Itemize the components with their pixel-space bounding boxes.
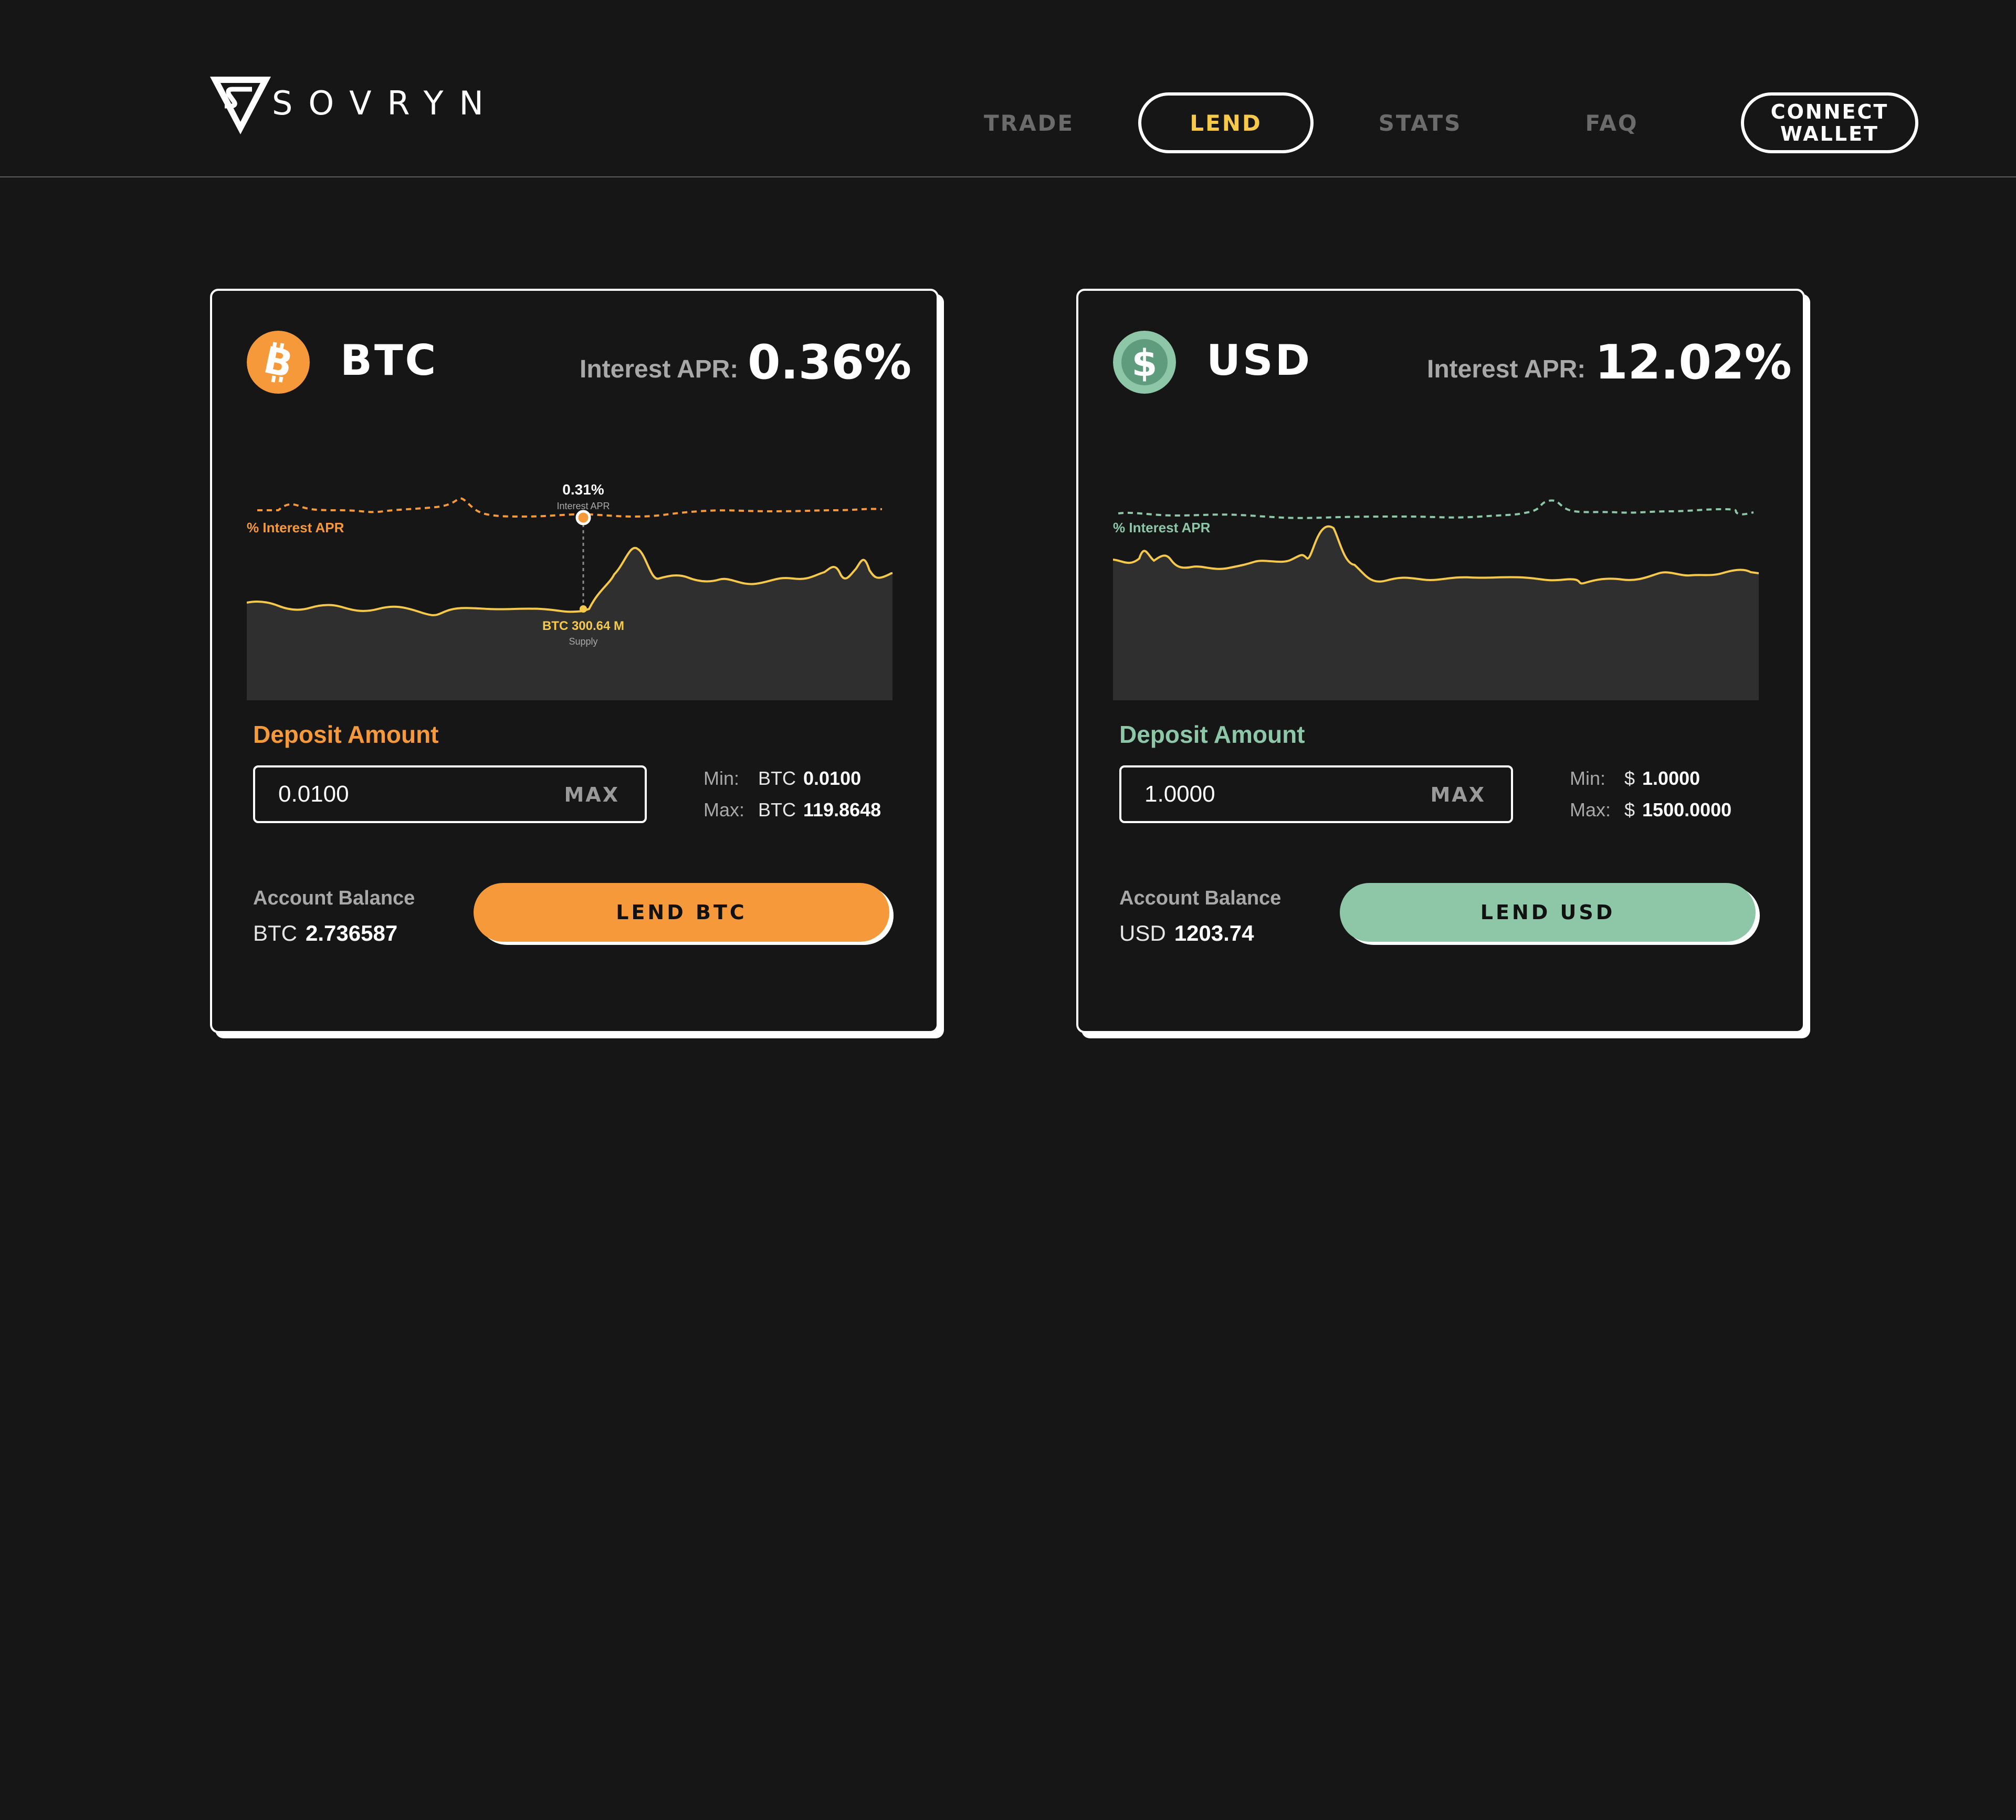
max-label: Max:: [1570, 799, 1611, 820]
account-balance: USD 1203.74: [1119, 921, 1254, 946]
min-label: Min:: [1570, 767, 1606, 789]
apr-supply-chart[interactable]: % Interest APR 0.31% Interest APR BTC 30…: [247, 448, 892, 700]
deposit-amount-label: Deposit Amount: [253, 721, 439, 748]
deposit-amount-input[interactable]: 1.0000 MAX: [1119, 765, 1513, 823]
balance-currency: USD: [1119, 921, 1166, 945]
deposit-amount-value: 1.0000: [1144, 781, 1215, 807]
account-balance: BTC 2.736587: [253, 921, 397, 946]
nav-stats[interactable]: STATS: [1360, 92, 1480, 153]
min-value: 1.0000: [1642, 767, 1700, 789]
max-currency: $: [1624, 799, 1635, 820]
deposit-amount-input[interactable]: 0.0100 MAX: [253, 765, 647, 823]
connect-wallet-line1: CONNECT: [1770, 100, 1889, 123]
min-value: 0.0100: [803, 767, 862, 789]
max-button[interactable]: MAX: [1430, 783, 1486, 806]
apr-value: 0.36%: [748, 335, 912, 390]
min-label: Min:: [704, 767, 740, 789]
connect-wallet-line2: WALLET: [1780, 122, 1879, 145]
max-value: 119.8648: [803, 799, 881, 820]
asset-name: BTC: [340, 336, 438, 385]
svg-text:$: $: [1132, 342, 1158, 385]
max-amount: Max: BTC 119.8648: [704, 799, 881, 821]
min-currency: $: [1624, 767, 1635, 789]
apr-value: 12.02%: [1595, 335, 1792, 390]
lend-card-usd: $ USD Interest APR: 12.02% % Interest AP…: [1076, 289, 1805, 1033]
chart-tooltip-label: Interest APR: [556, 501, 610, 511]
account-balance-label: Account Balance: [253, 887, 415, 909]
bitcoin-icon: B: [247, 331, 310, 394]
brand-name: SOVRYN: [272, 84, 499, 122]
connect-wallet-button[interactable]: CONNECT WALLET: [1741, 92, 1918, 153]
chart-supply-label: Supply: [569, 636, 597, 647]
nav-faq[interactable]: FAQ: [1564, 92, 1659, 153]
lend-card-btc: B BTC Interest APR: 0.36% % Interest APR…: [210, 289, 939, 1033]
sovryn-logo[interactable]: SOVRYN: [209, 73, 492, 136]
lend-usd-button[interactable]: LEND USD: [1340, 883, 1756, 942]
balance-currency: BTC: [253, 921, 297, 945]
balance-value: 1203.74: [1174, 921, 1254, 945]
min-amount: Min: $1.0000: [1570, 767, 1700, 790]
chart-series-label: % Interest APR: [247, 520, 344, 535]
apr-label: Interest APR:: [580, 355, 739, 383]
max-currency: BTC: [758, 799, 796, 820]
chart-series-label: % Interest APR: [1113, 520, 1211, 535]
max-amount: Max: $1500.0000: [1570, 799, 1731, 821]
header-divider: [0, 176, 2016, 177]
asset-name: USD: [1206, 336, 1312, 385]
max-label: Max:: [704, 799, 745, 820]
dollar-icon: $: [1113, 331, 1176, 394]
apr-label: Interest APR:: [1427, 355, 1586, 383]
min-currency: BTC: [758, 767, 796, 789]
account-balance-label: Account Balance: [1119, 887, 1282, 909]
sovryn-logo-icon: [210, 77, 271, 134]
max-button[interactable]: MAX: [564, 783, 620, 806]
nav-lend[interactable]: LEND: [1138, 92, 1314, 153]
lend-btc-button[interactable]: LEND BTC: [474, 883, 889, 942]
balance-value: 2.736587: [306, 921, 398, 945]
chart-tooltip-value: 0.31%: [562, 481, 604, 498]
min-amount: Min: BTC 0.0100: [704, 767, 861, 790]
apr-supply-chart[interactable]: % Interest APR: [1113, 448, 1759, 700]
deposit-amount-value: 0.0100: [278, 781, 349, 807]
deposit-amount-label: Deposit Amount: [1119, 721, 1305, 748]
chart-supply-value: BTC 300.64 M: [542, 619, 624, 633]
max-value: 1500.0000: [1642, 799, 1732, 820]
nav-trade[interactable]: TRADE: [971, 92, 1087, 153]
